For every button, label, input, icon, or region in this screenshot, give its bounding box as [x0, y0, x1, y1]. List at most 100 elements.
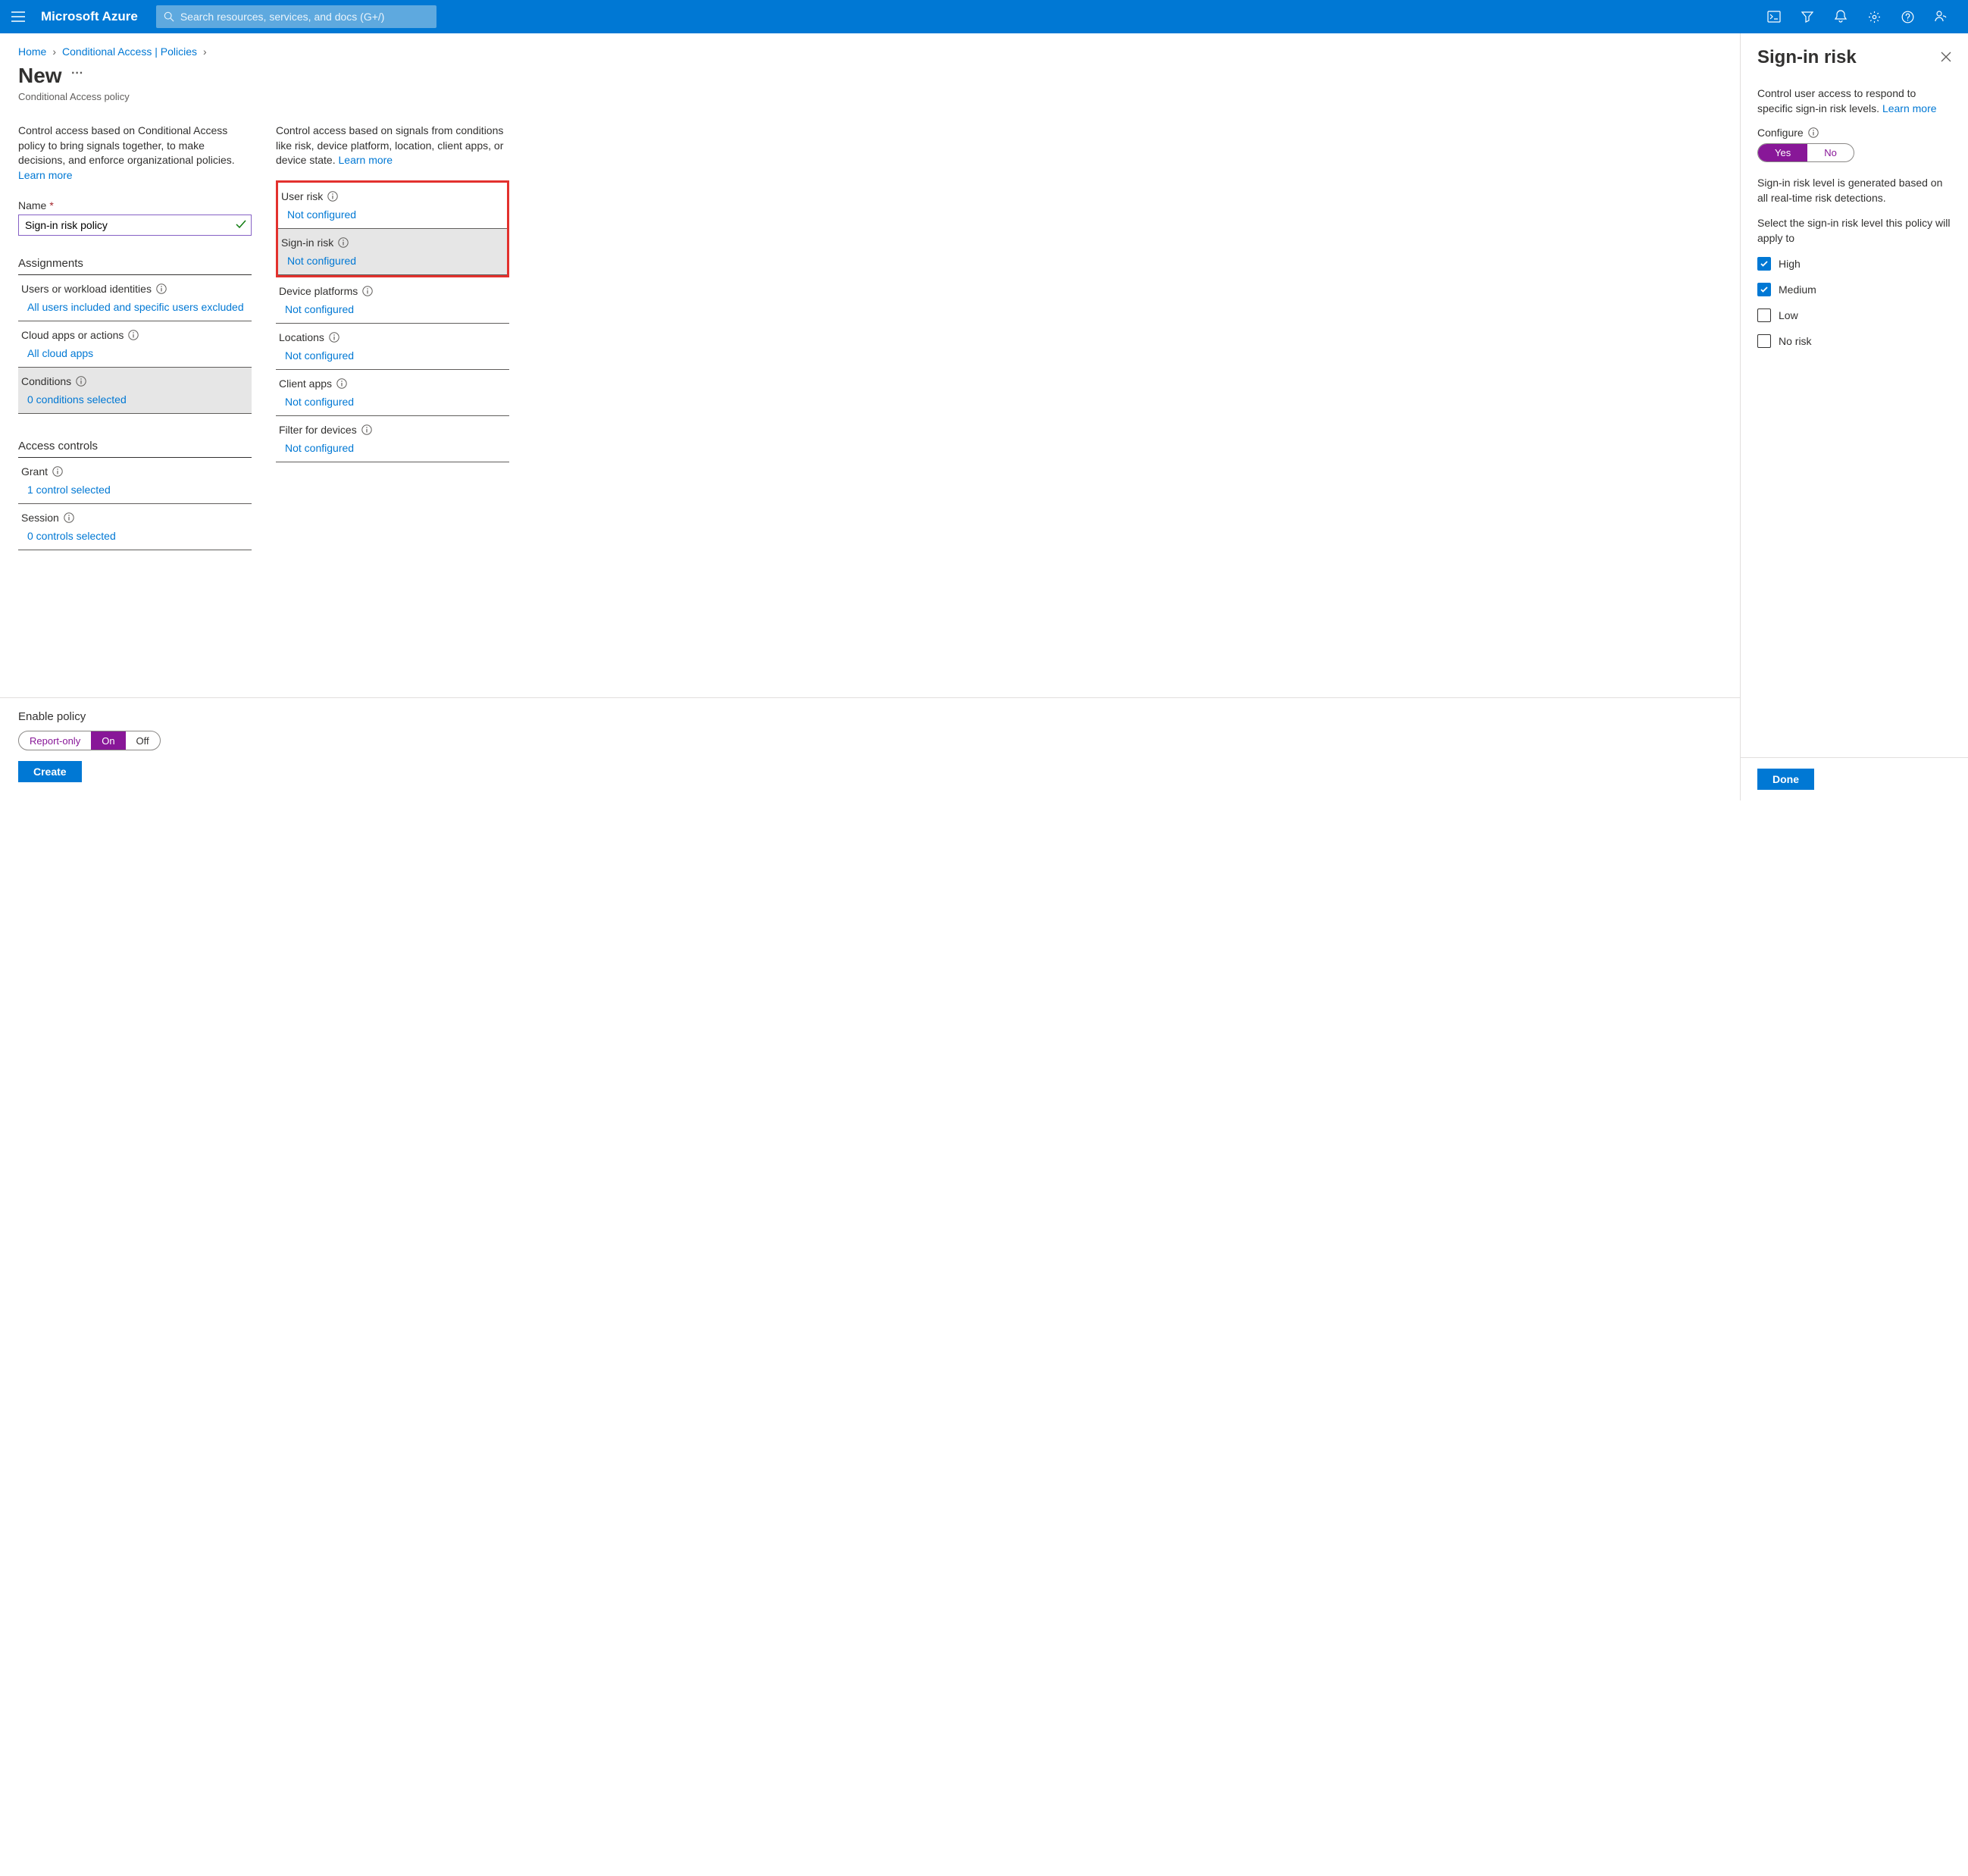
- settings-icon[interactable]: [1862, 5, 1886, 29]
- info-icon[interactable]: [76, 376, 86, 387]
- filter-devices-label: Filter for devices: [279, 424, 357, 436]
- breadcrumb: Home › Conditional Access | Policies ›: [18, 45, 1722, 58]
- toggle-on[interactable]: On: [91, 731, 125, 750]
- checkbox-icon[interactable]: [1757, 334, 1771, 348]
- users-row[interactable]: Users or workload identities All users i…: [18, 275, 252, 321]
- page-title: New ⋯: [18, 64, 1722, 88]
- info-icon[interactable]: [1808, 127, 1819, 138]
- assignments-column: Control access based on Conditional Acce…: [18, 124, 252, 550]
- cloud-apps-row[interactable]: Cloud apps or actions All cloud apps: [18, 321, 252, 368]
- learn-more-link[interactable]: Learn more: [18, 169, 73, 181]
- user-risk-row[interactable]: User risk Not configured: [278, 183, 507, 229]
- conditions-row[interactable]: Conditions 0 conditions selected: [18, 368, 252, 414]
- risk-level-norisk[interactable]: No risk: [1757, 334, 1951, 348]
- user-risk-label: User risk: [281, 190, 323, 202]
- risk-level-low[interactable]: Low: [1757, 308, 1951, 322]
- help-icon[interactable]: [1895, 5, 1920, 29]
- risk-level-medium[interactable]: Medium: [1757, 283, 1951, 296]
- info-icon[interactable]: [156, 283, 167, 294]
- checkbox-icon[interactable]: [1757, 283, 1771, 296]
- user-risk-value[interactable]: Not configured: [278, 208, 507, 224]
- info-icon[interactable]: [338, 237, 349, 248]
- info-icon[interactable]: [64, 512, 74, 523]
- toggle-yes[interactable]: Yes: [1758, 144, 1807, 161]
- info-icon[interactable]: [336, 378, 347, 389]
- feedback-icon[interactable]: [1929, 5, 1953, 29]
- session-row[interactable]: Session 0 controls selected: [18, 504, 252, 550]
- risk-highlight-box: User risk Not configured Sign-in risk No…: [276, 180, 509, 277]
- client-apps-row[interactable]: Client apps Not configured: [276, 370, 509, 416]
- name-label: Name*: [18, 199, 252, 211]
- risk-level-high[interactable]: High: [1757, 257, 1951, 271]
- signin-risk-panel: Sign-in risk Control user access to resp…: [1741, 33, 1968, 800]
- configure-toggle[interactable]: Yes No: [1757, 143, 1854, 162]
- policy-description: Control access based on Conditional Acce…: [18, 124, 252, 183]
- cloud-apps-label: Cloud apps or actions: [21, 329, 124, 341]
- risk-level-label: Medium: [1779, 283, 1816, 296]
- client-apps-label: Client apps: [279, 377, 332, 390]
- done-button[interactable]: Done: [1757, 769, 1814, 790]
- session-label: Session: [21, 512, 59, 524]
- search-icon: [164, 11, 174, 22]
- toggle-report-only[interactable]: Report-only: [19, 731, 91, 750]
- signin-risk-row[interactable]: Sign-in risk Not configured: [278, 229, 507, 275]
- device-platforms-row[interactable]: Device platforms Not configured: [276, 277, 509, 324]
- conditions-description: Control access based on signals from con…: [276, 124, 509, 168]
- brand-label[interactable]: Microsoft Azure: [41, 9, 138, 24]
- checkbox-icon[interactable]: [1757, 308, 1771, 322]
- panel-intro: Control user access to respond to specif…: [1757, 86, 1951, 116]
- signin-risk-value[interactable]: Not configured: [278, 255, 507, 270]
- session-value[interactable]: 0 controls selected: [18, 530, 252, 545]
- locations-row[interactable]: Locations Not configured: [276, 324, 509, 370]
- panel-title: Sign-in risk: [1757, 47, 1857, 68]
- directory-filter-icon[interactable]: [1795, 5, 1819, 29]
- cloud-apps-value[interactable]: All cloud apps: [18, 347, 252, 362]
- page-subtitle: Conditional Access policy: [18, 91, 1722, 102]
- policy-name-input[interactable]: [18, 215, 252, 236]
- create-button[interactable]: Create: [18, 761, 82, 782]
- chevron-right-icon: ›: [52, 45, 56, 58]
- checkbox-icon[interactable]: [1757, 257, 1771, 271]
- assignments-header: Assignments: [18, 257, 252, 275]
- info-icon[interactable]: [329, 332, 339, 343]
- enable-policy-toggle[interactable]: Report-only On Off: [18, 731, 161, 750]
- device-platforms-value[interactable]: Not configured: [276, 303, 509, 318]
- users-value[interactable]: All users included and specific users ex…: [18, 301, 252, 316]
- info-icon[interactable]: [327, 191, 338, 202]
- toggle-no[interactable]: No: [1807, 144, 1854, 161]
- page-title-text: New: [18, 64, 62, 88]
- top-bar: Microsoft Azure: [0, 0, 1968, 33]
- close-icon[interactable]: [1941, 52, 1951, 64]
- learn-more-link[interactable]: Learn more: [339, 154, 393, 166]
- filter-devices-row[interactable]: Filter for devices Not configured: [276, 416, 509, 462]
- breadcrumb-home[interactable]: Home: [18, 45, 46, 58]
- info-icon[interactable]: [128, 330, 139, 340]
- learn-more-link[interactable]: Learn more: [1882, 102, 1937, 114]
- notifications-icon[interactable]: [1829, 5, 1853, 29]
- info-icon[interactable]: [361, 424, 372, 435]
- risk-level-label: No risk: [1779, 335, 1812, 347]
- toggle-off[interactable]: Off: [126, 731, 160, 750]
- grant-row[interactable]: Grant 1 control selected: [18, 458, 252, 504]
- breadcrumb-conditional-access[interactable]: Conditional Access | Policies: [62, 45, 197, 58]
- conditions-value[interactable]: 0 conditions selected: [18, 393, 252, 409]
- global-search[interactable]: [156, 5, 436, 28]
- hamburger-icon[interactable]: [6, 5, 30, 29]
- client-apps-value[interactable]: Not configured: [276, 396, 509, 411]
- signin-risk-label: Sign-in risk: [281, 236, 333, 249]
- info-icon[interactable]: [52, 466, 63, 477]
- policy-description-text: Control access based on Conditional Acce…: [18, 124, 235, 166]
- panel-generation-note: Sign-in risk level is generated based on…: [1757, 176, 1951, 205]
- grant-value[interactable]: 1 control selected: [18, 484, 252, 499]
- info-icon[interactable]: [362, 286, 373, 296]
- grant-label: Grant: [21, 465, 48, 478]
- panel-select-prompt: Select the sign-in risk level this polic…: [1757, 216, 1951, 246]
- risk-level-label: High: [1779, 258, 1801, 270]
- more-actions-icon[interactable]: ⋯: [71, 65, 83, 80]
- search-input[interactable]: [180, 11, 429, 23]
- filter-devices-value[interactable]: Not configured: [276, 442, 509, 457]
- footer-bar: Enable policy Report-only On Off Create: [0, 697, 1740, 800]
- access-controls-header: Access controls: [18, 440, 252, 458]
- locations-value[interactable]: Not configured: [276, 349, 509, 365]
- cloud-shell-icon[interactable]: [1762, 5, 1786, 29]
